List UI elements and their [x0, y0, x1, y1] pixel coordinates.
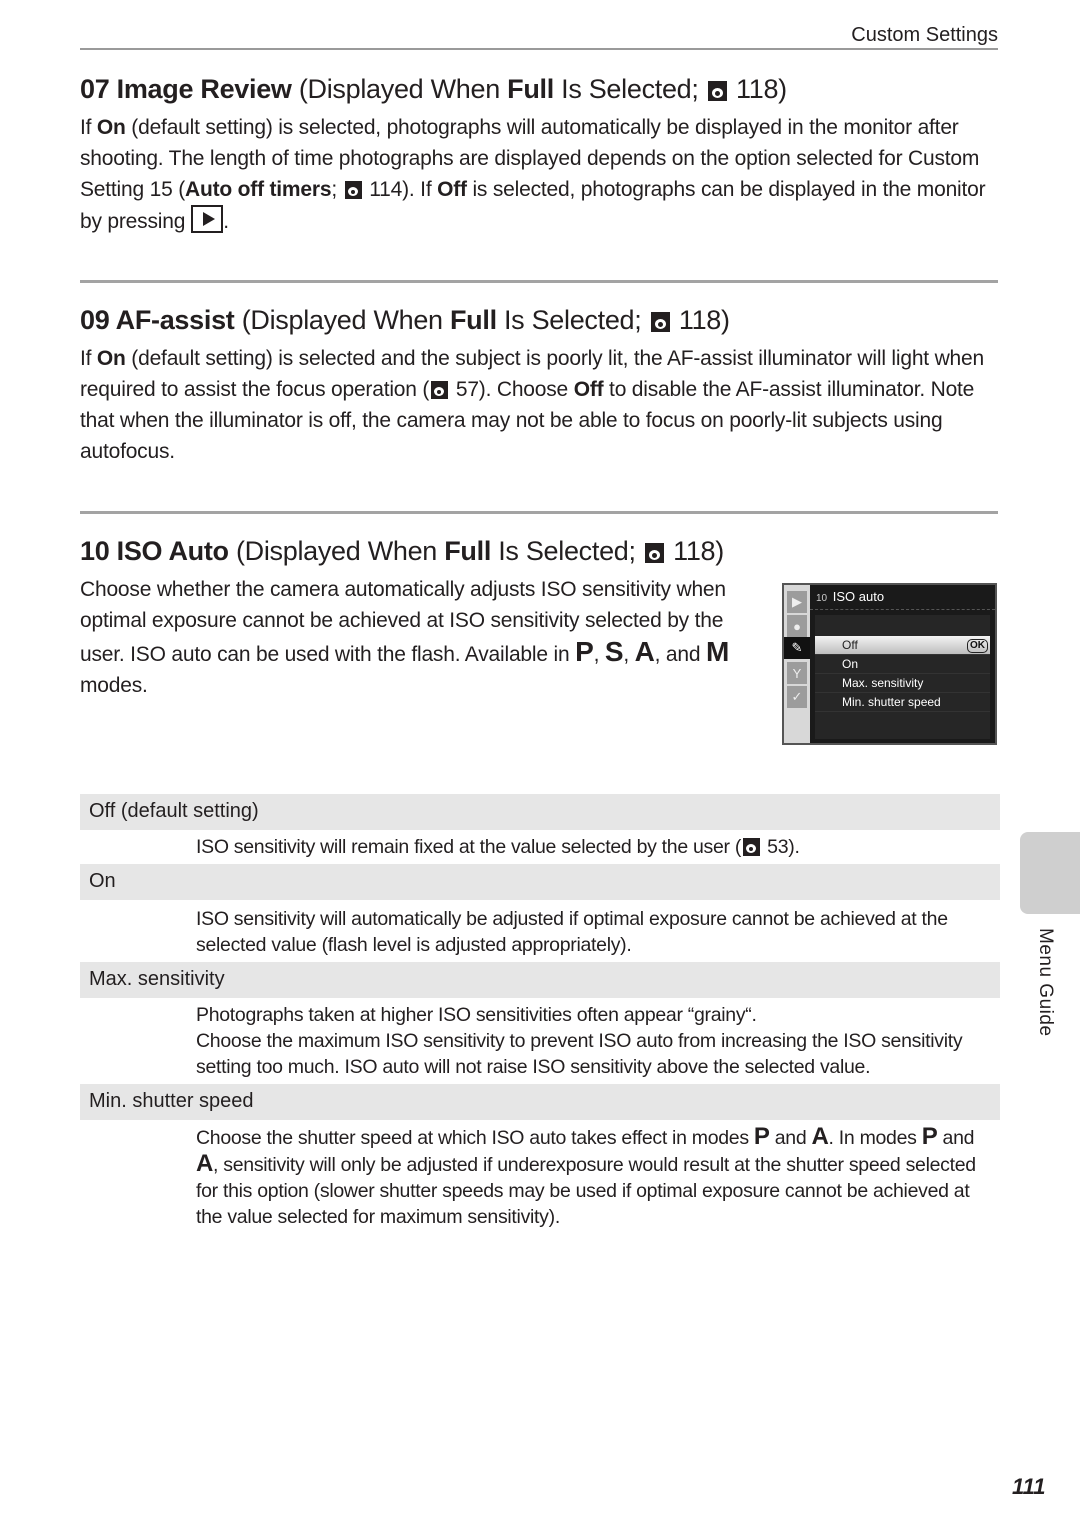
mode-m-icon: M [705, 636, 730, 667]
section-body: If On (default setting) is selected, pho… [80, 116, 986, 233]
ok-icon: OK [967, 639, 988, 653]
option-description: ISO sensitivity will remain fixed at the… [196, 836, 800, 858]
section-divider [80, 511, 998, 514]
pencil-icon: ✎ [784, 637, 810, 659]
section-image-review: 07 Image Review (Displayed When Full Is … [80, 72, 998, 237]
mode-a-icon: A [634, 636, 655, 667]
option-description: Photographs taken at higher ISO sensitiv… [196, 1004, 963, 1078]
camera-menu-item: Min. shutter speed [815, 693, 990, 712]
section-divider [80, 280, 998, 283]
page-number: 111 [1012, 1474, 1046, 1499]
camera-icon: ● [787, 615, 807, 637]
options-table: Off (default setting) ISO sensitivity wi… [80, 794, 1000, 1234]
mode-a-icon: A [196, 1150, 214, 1177]
mode-a-icon: A [811, 1123, 829, 1150]
option-label: On [80, 864, 1000, 900]
chapter-label: Menu Guide [1035, 928, 1056, 1037]
camera-menu-tabs: ▶ ● ✎ Y ✓ [784, 585, 810, 743]
page-reference-icon [743, 838, 761, 856]
brush-icon: ✓ [787, 686, 807, 708]
option-description: Choose the shutter speed at which ISO au… [196, 1123, 976, 1229]
option-label: Max. sensitivity [80, 962, 1000, 998]
page-reference-icon [707, 81, 727, 101]
camera-menu-item: On [815, 655, 990, 674]
section-title: 09 AF-assist (Displayed When Full Is Sel… [80, 305, 730, 335]
option-label: Off (default setting) [80, 794, 1000, 830]
running-header: Custom Settings [851, 24, 998, 46]
section-body: Choose whether the camera automatically … [80, 578, 730, 697]
page-reference-icon [644, 543, 664, 563]
camera-menu-item: Max. sensitivity [815, 674, 990, 693]
chapter-tab [1020, 832, 1080, 914]
page-reference-icon [431, 381, 449, 399]
mode-p-icon: P [575, 636, 594, 667]
page-reference-icon [344, 181, 362, 199]
section-title: 10 ISO Auto (Displayed When Full Is Sele… [80, 536, 724, 566]
section-af-assist: 09 AF-assist (Displayed When Full Is Sel… [80, 303, 998, 467]
camera-menu-title: 10 ISO auto [810, 585, 995, 610]
page-reference-icon [650, 312, 670, 332]
mode-p-icon: P [753, 1123, 770, 1150]
header-rule [80, 48, 998, 50]
playback-icon: ▶ [787, 591, 807, 613]
mode-p-icon: P [921, 1123, 938, 1150]
wrench-icon: Y [787, 662, 807, 684]
camera-menu-item: Off OK [815, 636, 990, 655]
option-description: ISO sensitivity will automatically be ad… [196, 908, 948, 956]
playback-button-icon [191, 205, 224, 233]
mode-s-icon: S [604, 636, 624, 667]
section-body: If On (default setting) is selected and … [80, 347, 984, 463]
camera-menu-screenshot: ▶ ● ✎ Y ✓ 10 ISO auto Off OK On Max. sens… [782, 583, 997, 745]
option-label: Min. shutter speed [80, 1084, 1000, 1120]
section-title: 07 Image Review (Displayed When Full Is … [80, 74, 787, 104]
camera-menu-list: Off OK On Max. sensitivity Min. shutter s… [815, 615, 990, 739]
camera-menu-main: 10 ISO auto Off OK On Max. sensitivity Mi… [810, 585, 995, 743]
